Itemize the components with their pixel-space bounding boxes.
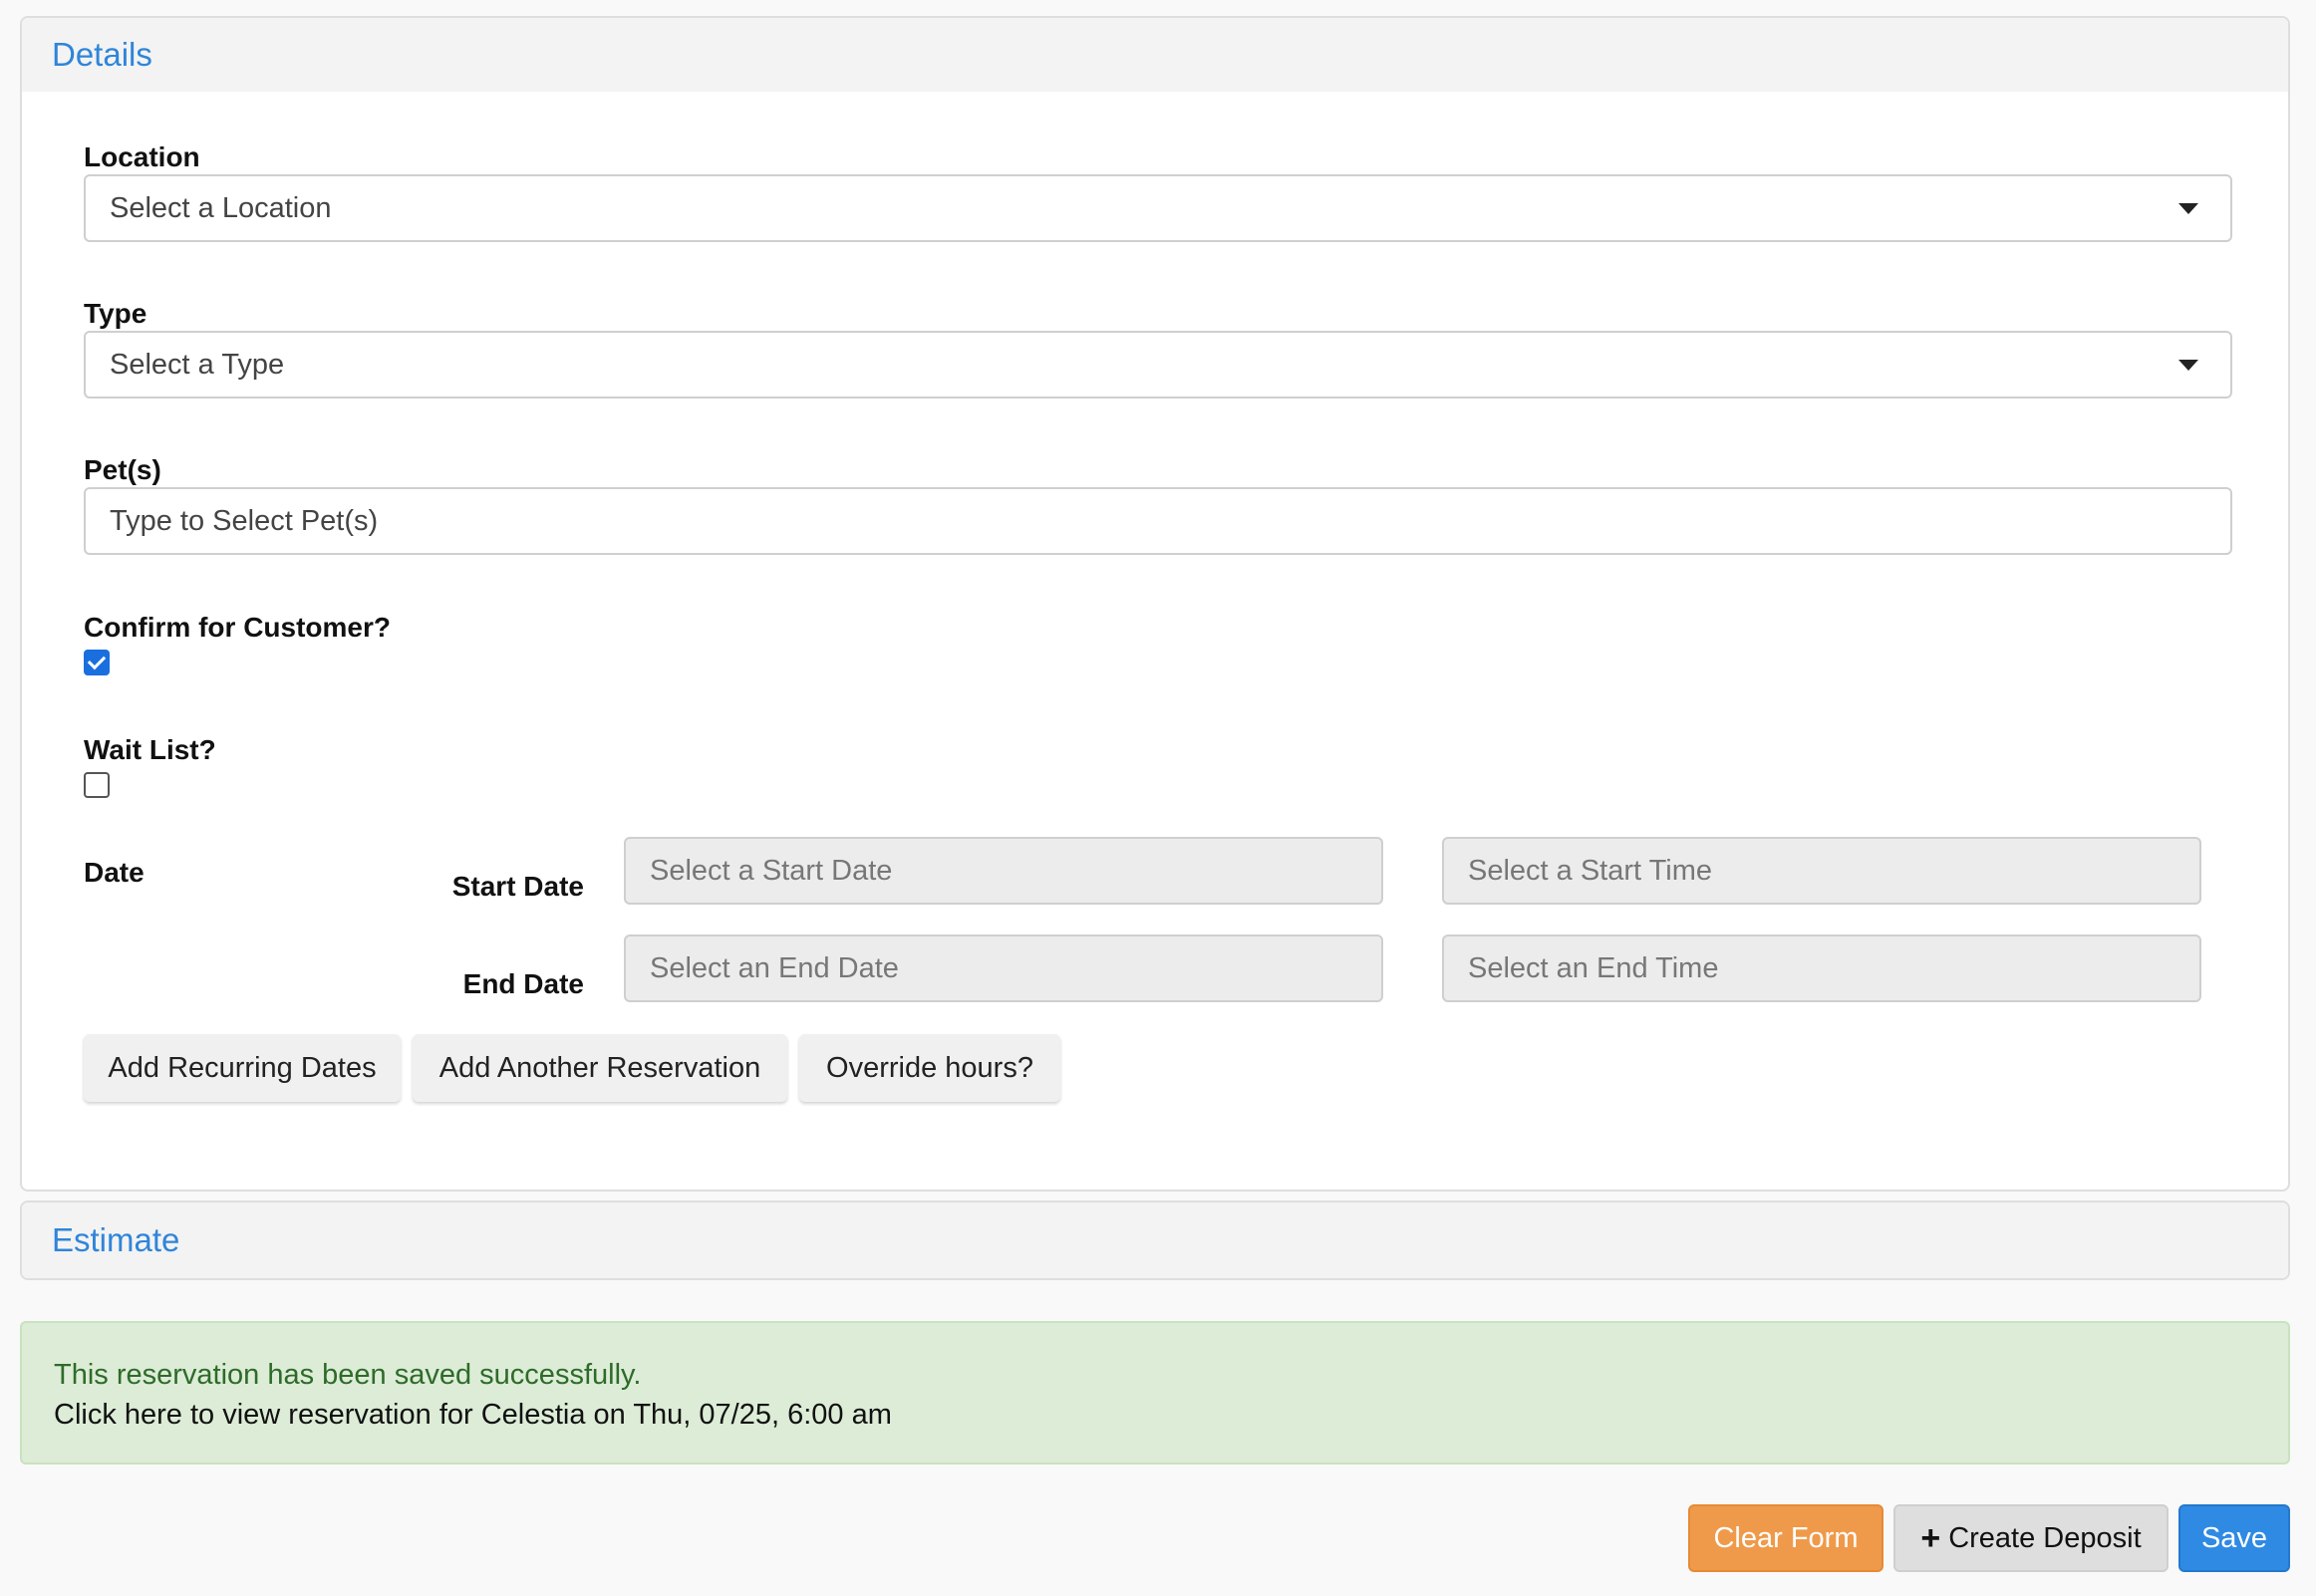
plus-icon: + bbox=[1920, 1519, 1941, 1557]
details-panel-header[interactable]: Details bbox=[22, 18, 2288, 92]
pets-input[interactable]: Type to Select Pet(s) bbox=[84, 487, 2232, 555]
end-date-placeholder: Select an End Date bbox=[650, 951, 899, 984]
checkmark-icon bbox=[87, 651, 107, 670]
override-hours-button[interactable]: Override hours? bbox=[799, 1034, 1060, 1102]
type-select[interactable]: Select a Type bbox=[84, 331, 2232, 399]
confirm-label: Confirm for Customer? bbox=[84, 612, 391, 643]
pets-input-placeholder: Type to Select Pet(s) bbox=[110, 504, 379, 537]
estimate-header-title: Estimate bbox=[52, 1221, 180, 1258]
date-label: Date bbox=[84, 857, 145, 888]
details-header-title: Details bbox=[52, 36, 152, 73]
waitlist-checkbox[interactable] bbox=[84, 772, 110, 798]
start-time-placeholder: Select a Start Time bbox=[1468, 854, 1712, 887]
save-button[interactable]: Save bbox=[2178, 1504, 2290, 1572]
caret-down-icon bbox=[2178, 360, 2198, 371]
save-label: Save bbox=[2200, 1521, 2268, 1554]
location-select[interactable]: Select a Location bbox=[84, 174, 2232, 242]
view-reservation-link[interactable]: Click here to view reservation for Celes… bbox=[54, 1395, 2288, 1435]
estimate-panel: Estimate bbox=[20, 1200, 2290, 1280]
success-alert: This reservation has been saved successf… bbox=[20, 1321, 2290, 1464]
location-label: Location bbox=[84, 141, 200, 172]
location-select-placeholder: Select a Location bbox=[110, 191, 332, 224]
end-time-input[interactable]: Select an End Time bbox=[1442, 934, 2201, 1002]
end-time-placeholder: Select an End Time bbox=[1468, 951, 1719, 984]
confirm-checkbox[interactable] bbox=[84, 650, 110, 675]
add-another-reservation-label: Add Another Reservation bbox=[438, 1051, 761, 1084]
add-recurring-dates-label: Add Recurring Dates bbox=[108, 1051, 377, 1084]
start-date-input[interactable]: Select a Start Date bbox=[624, 837, 1383, 905]
start-time-input[interactable]: Select a Start Time bbox=[1442, 837, 2201, 905]
type-select-placeholder: Select a Type bbox=[110, 348, 285, 381]
start-date-label: Start Date bbox=[451, 871, 584, 902]
end-date-label: End Date bbox=[462, 968, 584, 999]
create-deposit-label: Create Deposit bbox=[1948, 1521, 2142, 1554]
end-date-input[interactable]: Select an End Date bbox=[624, 934, 1383, 1002]
pets-label: Pet(s) bbox=[84, 454, 161, 485]
add-another-reservation-button[interactable]: Add Another Reservation bbox=[413, 1034, 787, 1102]
estimate-panel-header[interactable]: Estimate bbox=[22, 1202, 2288, 1278]
success-message: This reservation has been saved successf… bbox=[54, 1359, 642, 1391]
clear-form-label: Clear Form bbox=[1713, 1521, 1859, 1554]
waitlist-label: Wait List? bbox=[84, 734, 216, 765]
override-hours-label: Override hours? bbox=[826, 1051, 1033, 1084]
add-recurring-dates-button[interactable]: Add Recurring Dates bbox=[84, 1034, 401, 1102]
caret-down-icon bbox=[2178, 203, 2198, 214]
start-date-placeholder: Select a Start Date bbox=[650, 854, 893, 887]
clear-form-button[interactable]: Clear Form bbox=[1688, 1504, 1883, 1572]
create-deposit-button[interactable]: + Create Deposit bbox=[1893, 1504, 2169, 1572]
type-label: Type bbox=[84, 298, 147, 329]
details-panel: Details Location Select a Location Type … bbox=[20, 16, 2290, 1192]
